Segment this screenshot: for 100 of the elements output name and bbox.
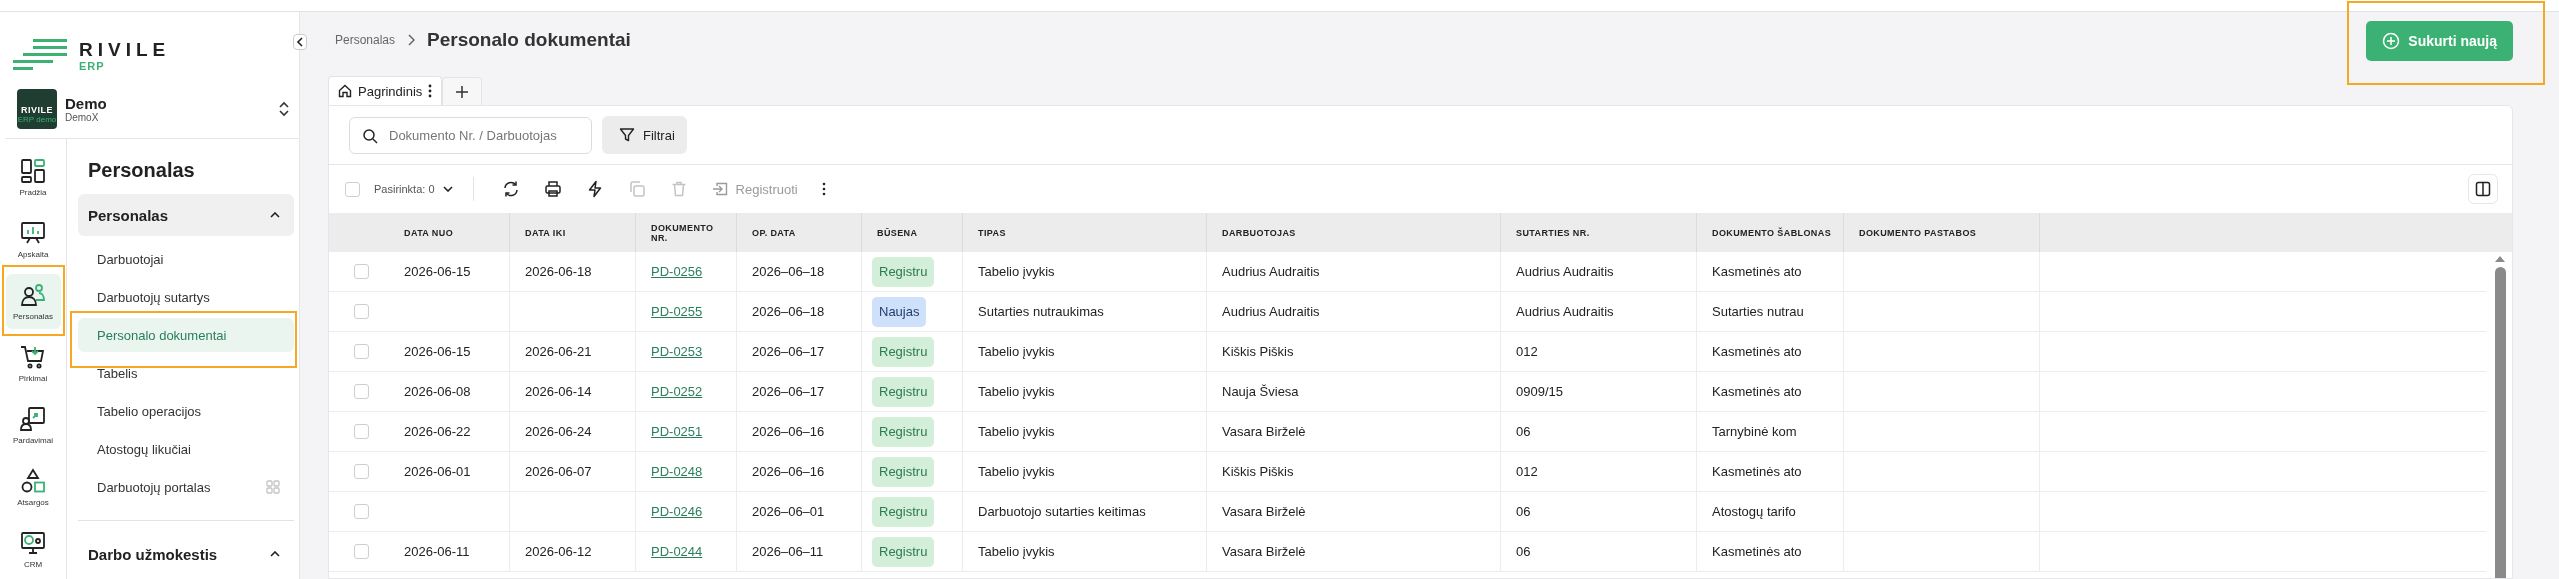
module-nav-item[interactable]: Personalas — [5, 274, 61, 329]
brand-name: RIVILE — [79, 40, 171, 60]
column-header[interactable]: TIPAS — [978, 227, 1006, 238]
table-cell: Tabelio įvykis — [978, 424, 1055, 439]
table-cell: Audrius Audraitis — [1516, 304, 1614, 319]
nav-item[interactable]: Personalo dokumentai — [78, 318, 294, 352]
nav-group-header[interactable]: Personalas — [78, 194, 294, 236]
column-header[interactable]: OP. DATA — [752, 227, 796, 238]
view-tab[interactable]: Pagrindinis — [328, 76, 443, 105]
document-link[interactable]: PD-0251 — [651, 424, 703, 439]
table-cell: Atostogų tarifo — [1712, 504, 1796, 519]
table-cell: 2026-06-15 — [404, 264, 471, 279]
select-all-checkbox[interactable] — [345, 181, 360, 197]
table-cell: Tabelio įvykis — [978, 384, 1055, 399]
table-cell: 2026-06-12 — [525, 544, 592, 559]
workspace-logo: RIVILE ERP demo — [17, 89, 57, 129]
sign-in-icon — [711, 182, 728, 196]
table-cell: 2026-06-08 — [404, 384, 471, 399]
module-nav-item[interactable]: Atsargos — [5, 460, 61, 515]
people-icon — [20, 282, 46, 308]
table-cell: 0909/15 — [1516, 384, 1563, 399]
page-title: Personalo dokumentai — [427, 29, 631, 51]
document-link[interactable]: PD-0248 — [651, 464, 703, 479]
table-cell: 2026–06–16 — [752, 464, 825, 479]
more-vertical-icon — [821, 182, 826, 196]
table-cell: 2026-06-14 — [525, 384, 592, 399]
document-link[interactable]: PD-0256 — [651, 264, 703, 279]
status-badge: Registru — [872, 256, 935, 287]
workspace-subtitle: DemoX — [65, 112, 100, 123]
nav-item[interactable]: Atostogų likučiai — [78, 432, 294, 466]
document-link[interactable]: PD-0244 — [651, 544, 703, 559]
row-checkbox[interactable] — [353, 424, 369, 439]
row-checkbox[interactable] — [353, 544, 369, 559]
table-cell: Audrius Audraitis — [1222, 264, 1320, 279]
module-nav-item[interactable]: Pirkimai — [5, 336, 61, 391]
table-cell: 2026–06–18 — [752, 304, 825, 319]
table-cell: 2026-06-24 — [525, 424, 592, 439]
filter-button[interactable]: Filtrai — [602, 116, 687, 154]
table-cell: 2026–06–18 — [752, 264, 825, 279]
row-checkbox[interactable] — [353, 344, 369, 359]
scrollbar[interactable] — [2494, 256, 2506, 578]
column-header[interactable]: DATA NUO — [404, 227, 454, 238]
nav-item[interactable]: Darbuotojų sutartys — [78, 280, 294, 314]
document-link[interactable]: PD-0246 — [651, 504, 703, 519]
module-nav-item[interactable]: CRM — [5, 522, 61, 577]
table-cell: 012 — [1516, 464, 1538, 479]
add-tab-button[interactable] — [442, 77, 483, 105]
columns-icon — [2475, 181, 2491, 197]
nav-group-header[interactable]: Darbo užmokestis — [78, 533, 294, 575]
table-cell: 2026-06-21 — [525, 344, 592, 359]
caret-up-icon — [270, 551, 280, 557]
module-nav-item[interactable]: Apskaita — [5, 212, 61, 267]
column-header[interactable]: DATA IKI — [525, 227, 566, 238]
search-field[interactable]: Dokumento Nr. / Darbuotojas — [349, 116, 592, 154]
table-cell: Tabelio įvykis — [978, 464, 1055, 479]
row-checkbox[interactable] — [353, 504, 369, 519]
row-checkbox[interactable] — [353, 264, 369, 279]
table-cell: Tabelio įvykis — [978, 344, 1055, 359]
row-checkbox[interactable] — [353, 384, 369, 399]
breadcrumb-link[interactable]: Personalas — [335, 33, 396, 47]
row-checkbox[interactable] — [353, 464, 369, 479]
table-cell: 2026–06–01 — [752, 504, 825, 519]
status-badge: Naujas — [872, 296, 927, 327]
table-cell: Tabelio įvykis — [978, 264, 1055, 279]
plus-circle-icon — [2382, 32, 2401, 50]
table-cell: Kiškis Piškis — [1222, 464, 1294, 479]
nav-item[interactable]: Darbuotojų portalas — [78, 470, 294, 504]
table-cell: Audrius Audraitis — [1222, 304, 1320, 319]
filter-icon — [619, 127, 635, 143]
table-cell: 012 — [1516, 344, 1538, 359]
selection-dropdown[interactable]: Pasirinkta: 0 — [364, 183, 461, 195]
document-link[interactable]: PD-0255 — [651, 304, 703, 319]
module-nav-item[interactable]: Pradžia — [5, 150, 61, 205]
table-cell: Kasmetinės ato — [1712, 544, 1802, 559]
column-header[interactable]: SUTARTIES NR. — [1516, 227, 1590, 238]
column-layout-button[interactable] — [2468, 174, 2498, 204]
collapse-sidebar-button[interactable] — [293, 34, 307, 50]
table-cell: 2026-06-07 — [525, 464, 592, 479]
document-link[interactable]: PD-0252 — [651, 384, 703, 399]
nav-item[interactable]: Tabelis — [78, 356, 294, 390]
chevron-right-icon — [407, 34, 416, 46]
column-header[interactable]: DOKUMENTO NR. — [651, 222, 726, 243]
column-header[interactable]: DARBUOTOJAS — [1222, 227, 1296, 238]
table-cell: Kasmetinės ato — [1712, 384, 1802, 399]
nav-item[interactable]: Darbuotojai — [78, 242, 294, 276]
table-cell: 2026–06–17 — [752, 384, 825, 399]
column-header[interactable]: BŪSENA — [877, 227, 918, 238]
refresh-icon — [501, 180, 520, 198]
row-checkbox[interactable] — [353, 304, 369, 319]
document-link[interactable]: PD-0253 — [651, 344, 703, 359]
person-chart-icon — [20, 406, 46, 432]
more-vertical-icon[interactable] — [428, 84, 433, 98]
nav-item[interactable]: Tabelio operacijos — [78, 394, 294, 428]
switch-chevrons-icon[interactable] — [279, 101, 289, 117]
column-header[interactable]: DOKUMENTO ŠABLONAS — [1712, 227, 1832, 238]
module-nav-item[interactable]: Pardavimai — [5, 398, 61, 453]
status-badge: Registru — [872, 376, 935, 407]
table-cell: Kasmetinės ato — [1712, 264, 1802, 279]
table-cell: 2026–06–16 — [752, 424, 825, 439]
column-header[interactable]: DOKUMENTO PASTABOS — [1859, 227, 1977, 238]
